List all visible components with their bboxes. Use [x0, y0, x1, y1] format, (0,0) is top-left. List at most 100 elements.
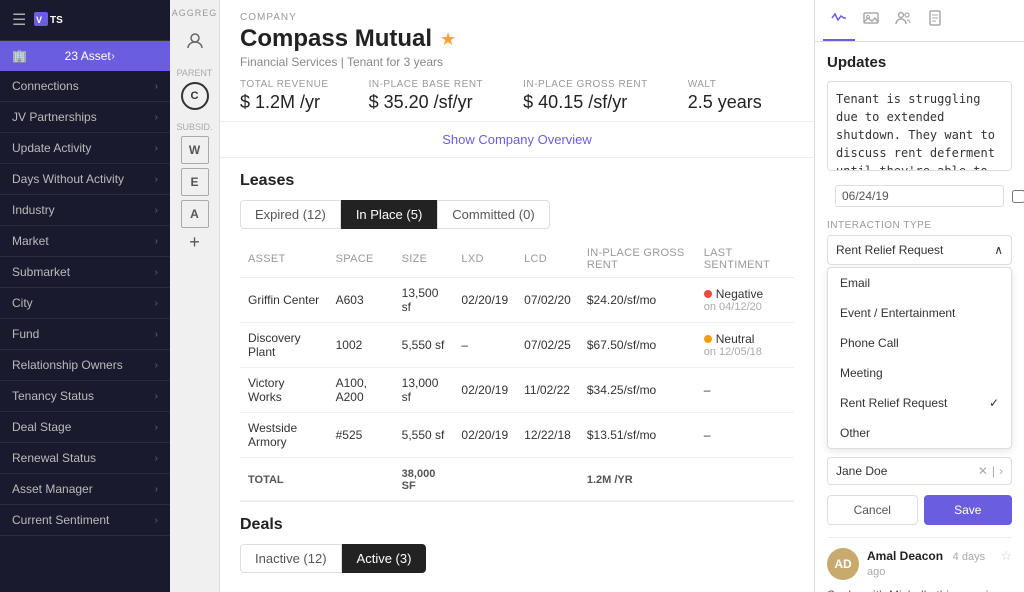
sidebar-item-renewal-status[interactable]: Renewal Status›	[0, 443, 170, 474]
tab-inplace[interactable]: In Place (5)	[341, 200, 437, 229]
favorite-star-icon[interactable]: ★	[440, 29, 456, 50]
leases-column-header: LAST SENTIMENT	[696, 241, 794, 278]
sidebar-item-deal-stage[interactable]: Deal Stage ›	[0, 412, 170, 443]
table-row[interactable]: Westside Armory #525 5,550 sf 02/20/19 1…	[240, 413, 794, 458]
leases-column-header: LXD	[453, 241, 516, 278]
sidebar-chevron-icon: ›	[155, 422, 158, 433]
parent-label: PARENT	[177, 68, 213, 78]
comment-text: Spoke with Michelle this morning and the…	[827, 586, 1012, 592]
sidebar-item-label: Submarket	[12, 265, 70, 279]
total-size: 38,000 sf	[394, 458, 454, 501]
clear-assignee-icon[interactable]: ✕	[978, 464, 988, 478]
sidebar-item-fund[interactable]: Fund›	[0, 319, 170, 350]
sidebar-item-tenancy-status[interactable]: Tenancy Status›	[0, 381, 170, 412]
sentiment-cell: Negativeon 04/12/20	[696, 278, 794, 323]
sidebar-item-label: Asset Manager	[12, 482, 93, 496]
updates-title: Updates	[827, 54, 1012, 71]
rent: $34.25/sf/mo	[579, 368, 696, 413]
asset-name: Griffin Center	[240, 278, 328, 323]
comment-section: AD Amal Deacon 4 days ago ☆ Spoke with M…	[827, 537, 1012, 592]
sentiment-cell: –	[696, 368, 794, 413]
sidebar-item-city[interactable]: City›	[0, 288, 170, 319]
asset-name: Victory Works	[240, 368, 328, 413]
neutral-dot-icon	[704, 335, 712, 343]
option-meeting[interactable]: Meeting	[828, 358, 1011, 388]
sidebar-item-market[interactable]: Market›	[0, 226, 170, 257]
sidebar-item-days-without-activity[interactable]: Days Without Activity›	[0, 164, 170, 195]
option-event[interactable]: Event / Entertainment	[828, 298, 1011, 328]
asset-count-row[interactable]: 🏢 23 Asset ›	[0, 41, 170, 71]
sidebar-item-asset-manager[interactable]: Asset Manager›	[0, 474, 170, 505]
option-email[interactable]: Email	[828, 268, 1011, 298]
hamburger-icon[interactable]: ☰	[12, 10, 26, 30]
option-other[interactable]: Other	[828, 418, 1011, 448]
assignee-name: Jane Doe	[836, 464, 978, 478]
space: #525	[328, 413, 394, 458]
leases-section: Leases Expired (12)In Place (5)Committed…	[220, 158, 814, 592]
table-row[interactable]: Discovery Plant 1002 5,550 sf – 07/02/25…	[240, 323, 794, 368]
sidebar-item-submarket[interactable]: Submarket›	[0, 257, 170, 288]
space: A100, A200	[328, 368, 394, 413]
tab-documents[interactable]	[919, 0, 951, 41]
size: 5,550 sf	[394, 413, 454, 458]
table-row[interactable]: Victory Works A100, A200 13,000 sf 02/20…	[240, 368, 794, 413]
sidebar-item-label: Renewal Status	[12, 451, 96, 465]
deals-column-header: LAST COMMENT	[664, 585, 794, 592]
interaction-type-dropdown[interactable]: Rent Relief Request ∧	[827, 235, 1012, 265]
subsid-a[interactable]: A	[181, 200, 209, 228]
svg-text:V: V	[36, 15, 42, 25]
deals-tab-inactive[interactable]: Inactive (12)	[240, 544, 342, 573]
interaction-dropdown-menu: Email Event / Entertainment Phone Call M…	[827, 267, 1012, 449]
update-textarea[interactable]	[827, 81, 1012, 171]
tab-expired[interactable]: Expired (12)	[240, 200, 341, 229]
mark-important-checkbox[interactable]: Mark Important	[1012, 182, 1024, 210]
dropdown-assignee-icon[interactable]: ›	[999, 464, 1003, 478]
leases-column-header: SPACE	[328, 241, 394, 278]
tab-people[interactable]	[887, 0, 919, 41]
profile-icon[interactable]	[180, 26, 210, 56]
sidebar-item-jv-partnerships[interactable]: JV Partnerships›	[0, 102, 170, 133]
sidebar-item-connections[interactable]: Connections›	[0, 71, 170, 102]
assignee-row: Jane Doe ✕ | ›	[827, 457, 1012, 485]
sidebar-item-label: Tenancy Status	[12, 389, 94, 403]
comment-author-row: AD Amal Deacon 4 days ago ☆	[827, 548, 1012, 580]
table-row[interactable]: Griffin Center A603 13,500 sf 02/20/19 0…	[240, 278, 794, 323]
deals-tab-active[interactable]: Active (3)	[342, 544, 427, 573]
sidebar-item-label: Industry	[12, 203, 55, 217]
right-panel: Updates Mark Important INTERACTION TYPE …	[814, 0, 1024, 592]
subsid-w[interactable]: W	[181, 136, 209, 164]
tab-images[interactable]	[855, 0, 887, 41]
deals-table: ASSETSEEKING SIZESTAGENER / YEARLAST COM…	[240, 585, 794, 592]
rent: $67.50/sf/mo	[579, 323, 696, 368]
option-meeting-label: Meeting	[840, 366, 883, 380]
right-panel-body: Updates Mark Important INTERACTION TYPE …	[815, 42, 1024, 592]
metric: IN-PLACE BASE RENT$ 35.20 /sf/yr	[369, 79, 484, 113]
lxd: 02/20/19	[453, 368, 516, 413]
deals-column-header: NER / YEAR	[561, 585, 664, 592]
sidebar-chevron-icon: ›	[155, 236, 158, 247]
space: 1002	[328, 323, 394, 368]
sidebar-chevron-icon: ›	[155, 143, 158, 154]
cancel-button[interactable]: Cancel	[827, 495, 918, 525]
leases-table: ASSETSPACESIZELXDLCDIN-PLACE GROSS RENTL…	[240, 241, 794, 501]
parent-c-badge[interactable]: C	[181, 82, 209, 110]
comment-star-icon[interactable]: ☆	[1000, 548, 1012, 564]
tab-committed[interactable]: Committed (0)	[437, 200, 549, 229]
option-rent-relief[interactable]: Rent Relief Request✓	[828, 388, 1011, 418]
svg-text:TS: TS	[50, 15, 63, 26]
option-phone[interactable]: Phone Call	[828, 328, 1011, 358]
save-button[interactable]: Save	[924, 495, 1013, 525]
sidebar-item-label: Deal Stage	[12, 420, 71, 434]
subsid-e[interactable]: E	[181, 168, 209, 196]
sidebar-item-current-sentiment[interactable]: Current Sentiment›	[0, 505, 170, 536]
sidebar-item-update-activity[interactable]: Update Activity›	[0, 133, 170, 164]
show-overview-link[interactable]: Show Company Overview	[220, 122, 814, 158]
date-input[interactable]	[835, 185, 1004, 207]
tab-activity[interactable]	[823, 0, 855, 41]
add-subsid-button[interactable]: +	[189, 232, 200, 253]
deals-section: Deals Inactive (12)Active (3) ASSETSEEKI…	[240, 501, 794, 592]
leases-column-header: IN-PLACE GROSS RENT	[579, 241, 696, 278]
sidebar-item-relationship-owners[interactable]: Relationship Owners›	[0, 350, 170, 381]
metric-value: 2.5 years	[688, 92, 762, 113]
sidebar-item-industry[interactable]: Industry›	[0, 195, 170, 226]
